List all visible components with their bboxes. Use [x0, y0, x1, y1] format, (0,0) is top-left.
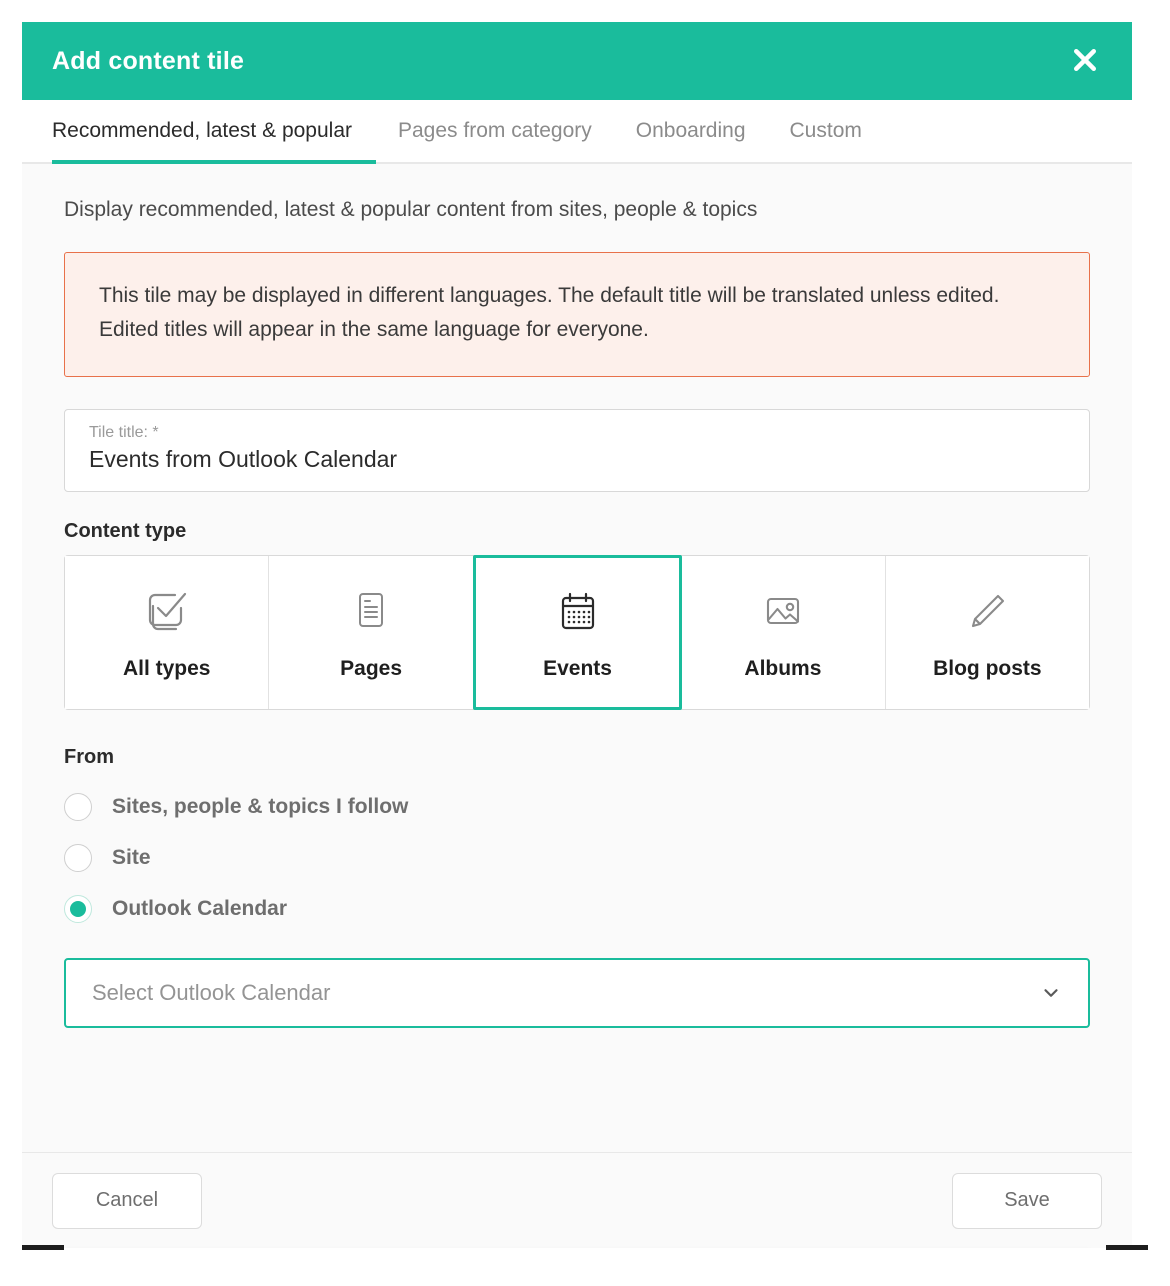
content-type-label: Albums	[744, 657, 821, 681]
translation-warning-text: This tile may be displayed in different …	[99, 279, 1059, 346]
dialog-tabs: Recommended, latest & popular Pages from…	[22, 100, 1132, 164]
document-icon	[345, 585, 397, 639]
tab-label: Recommended, latest & popular	[52, 119, 352, 143]
content-type-heading: Content type	[64, 520, 1090, 543]
tile-title-label: Tile title: *	[89, 424, 1065, 442]
radio-label: Sites, people & topics I follow	[112, 795, 408, 819]
content-type-events[interactable]: Events	[473, 555, 682, 710]
content-type-label: Blog posts	[933, 657, 1042, 681]
outlook-calendar-select-wrap: Select Outlook Calendar	[64, 958, 1090, 1028]
radio-outlook-calendar[interactable]: Outlook Calendar	[64, 883, 1090, 934]
layers-check-icon	[139, 585, 195, 639]
outlook-calendar-select-placeholder: Select Outlook Calendar	[92, 980, 330, 1006]
tab-custom[interactable]: Custom	[768, 100, 884, 162]
from-radio-group: Sites, people & topics I follow Site Out…	[64, 781, 1090, 934]
dialog-body: Display recommended, latest & popular co…	[22, 164, 1132, 1248]
radio-site[interactable]: Site	[64, 832, 1090, 883]
tab-onboarding[interactable]: Onboarding	[614, 100, 768, 162]
page-title: Add content tile	[52, 47, 244, 76]
tab-pages-from-category[interactable]: Pages from category	[376, 100, 614, 162]
radio-label: Outlook Calendar	[112, 897, 287, 921]
save-button[interactable]: Save	[952, 1173, 1102, 1229]
cancel-button[interactable]: Cancel	[52, 1173, 202, 1229]
translation-warning-banner: This tile may be displayed in different …	[64, 252, 1090, 377]
page-edge-mark-left	[22, 1245, 64, 1250]
chevron-down-icon[interactable]	[1040, 982, 1062, 1004]
tab-label: Pages from category	[398, 119, 592, 143]
content-type-label: Events	[543, 657, 612, 681]
dialog-footer: Cancel Save	[22, 1152, 1132, 1248]
radio-indicator	[64, 895, 92, 923]
content-type-pages[interactable]: Pages	[269, 556, 473, 709]
close-icon	[1070, 45, 1100, 78]
add-content-tile-dialog: Add content tile Recommended, latest & p…	[22, 22, 1132, 1248]
tab-label: Custom	[790, 119, 862, 143]
content-type-all-types[interactable]: All types	[65, 556, 269, 709]
tab-label: Onboarding	[636, 119, 746, 143]
outlook-calendar-select[interactable]: Select Outlook Calendar	[64, 958, 1090, 1028]
page-edge-mark-right	[1106, 1245, 1148, 1250]
content-type-label: Pages	[340, 657, 402, 681]
image-icon	[756, 585, 810, 639]
tile-title-input[interactable]	[89, 446, 1065, 473]
body-subtitle: Display recommended, latest & popular co…	[64, 198, 1090, 222]
calendar-icon	[551, 585, 605, 639]
tile-title-field[interactable]: Tile title: *	[64, 409, 1090, 492]
radio-sites-people-topics-i-follow[interactable]: Sites, people & topics I follow	[64, 781, 1090, 832]
screen-root: Add content tile Recommended, latest & p…	[0, 0, 1170, 1286]
radio-indicator	[64, 844, 92, 872]
pencil-icon	[960, 585, 1014, 639]
close-button[interactable]	[1064, 40, 1106, 82]
content-type-selector: All types Pages	[64, 555, 1090, 710]
dialog-header: Add content tile	[22, 22, 1132, 100]
content-type-albums[interactable]: Albums	[681, 556, 885, 709]
content-type-label: All types	[123, 657, 211, 681]
tab-recommended-latest-popular[interactable]: Recommended, latest & popular	[52, 100, 376, 162]
radio-label: Site	[112, 846, 151, 870]
content-type-blog-posts[interactable]: Blog posts	[886, 556, 1089, 709]
radio-indicator	[64, 793, 92, 821]
from-heading: From	[64, 746, 1090, 769]
